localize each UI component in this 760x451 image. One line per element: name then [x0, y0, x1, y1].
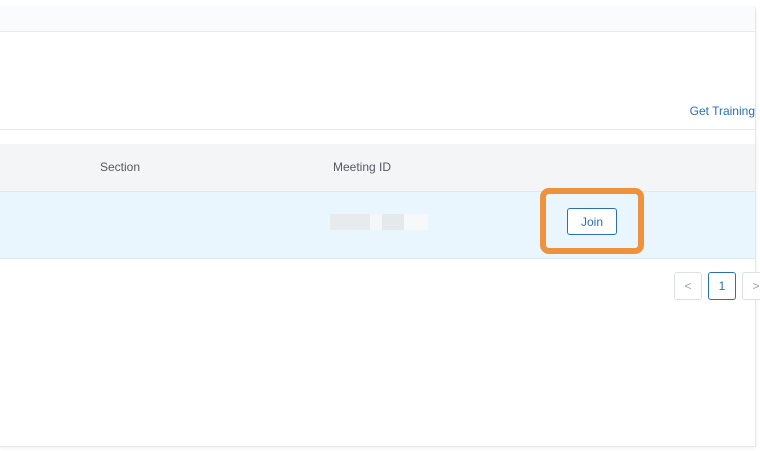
divider — [0, 129, 755, 130]
join-button[interactable]: Join — [567, 208, 617, 235]
chevron-left-icon: < — [684, 279, 692, 293]
get-training-link[interactable]: Get Training — [690, 104, 755, 118]
column-header-meeting-id: Meeting ID — [333, 160, 392, 174]
pagination-page-1[interactable]: 1 — [708, 272, 736, 300]
pagination-next-button[interactable]: > — [742, 272, 760, 300]
panel-header-strip — [0, 6, 755, 32]
column-header-section: Section — [100, 160, 141, 174]
pagination-prev-button[interactable]: < — [674, 272, 702, 300]
chevron-right-icon: > — [752, 279, 760, 293]
table-header: Section Meeting ID — [0, 144, 755, 192]
meeting-id-value — [330, 214, 428, 230]
